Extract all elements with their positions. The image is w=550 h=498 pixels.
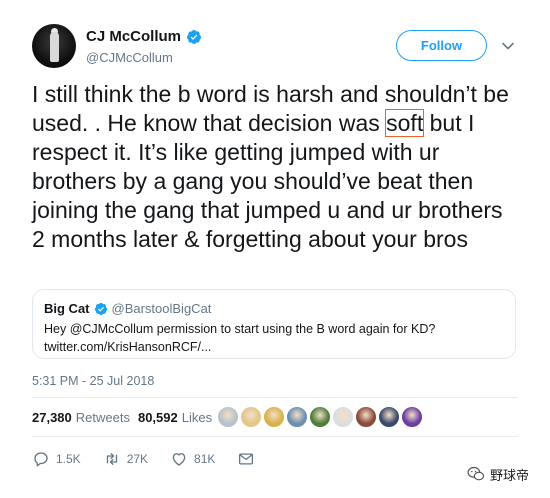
retweets-count: 27,380 (32, 410, 72, 425)
author-avatar[interactable] (32, 24, 76, 68)
author-name-row: CJ McCollum (86, 28, 202, 45)
wechat-icon (467, 466, 485, 481)
envelope-icon (239, 453, 254, 465)
liker-avatar[interactable] (263, 406, 285, 428)
tweet-timestamp[interactable]: 5:31 PM - 25 Jul 2018 (32, 374, 154, 388)
likes-label: Likes (181, 410, 213, 425)
likes-stat[interactable]: 80,592 Likes (138, 410, 212, 425)
likes-count: 80,592 (137, 410, 178, 425)
retweets-label: Retweets (75, 410, 130, 425)
liker-avatar[interactable] (401, 406, 423, 428)
retweet-count: 27K (126, 452, 149, 466)
watermark: 野球帝 (466, 464, 529, 484)
author-handle[interactable]: @CJMcCollum (86, 50, 173, 65)
liker-avatar[interactable] (240, 406, 262, 428)
liker-avatar[interactable] (355, 406, 377, 428)
tweet-stats: 27,380 Retweets 80,592 Likes (32, 410, 220, 425)
follow-button[interactable]: Follow (396, 30, 487, 61)
liker-avatar[interactable] (286, 406, 308, 428)
like-button[interactable]: 81K (170, 450, 215, 468)
quoted-text-line-1: Hey @CJMcCollum permission to start usin… (44, 322, 436, 336)
quoted-handle: @BarstoolBigCat (111, 301, 212, 316)
reply-icon (34, 452, 48, 467)
quoted-link[interactable]: twitter.com/KrisHansonRCF/... (44, 338, 504, 356)
retweet-button[interactable]: 27K (103, 450, 148, 468)
quoted-tweet[interactable]: Big Cat @BarstoolBigCat Hey @CJMcCollum … (32, 289, 516, 359)
highlighted-word: soft (385, 109, 425, 137)
quoted-display-name: Big Cat (44, 301, 90, 316)
retweet-icon (106, 453, 117, 465)
liker-avatar[interactable] (378, 406, 400, 428)
direct-message-button[interactable] (237, 450, 255, 468)
divider (32, 397, 518, 398)
liker-avatars (217, 406, 423, 428)
reply-count: 1.5K (56, 452, 81, 466)
chevron-down-icon[interactable] (500, 38, 516, 54)
reply-button[interactable]: 1.5K (32, 450, 81, 468)
quoted-tweet-header: Big Cat @BarstoolBigCat (44, 301, 211, 316)
verified-badge-icon (187, 29, 202, 44)
verified-badge-icon (94, 302, 107, 315)
retweets-stat[interactable]: 27,380 Retweets (32, 410, 130, 425)
tweet-card: CJ McCollum @CJMcCollum Follow I still t… (0, 0, 550, 498)
divider (32, 436, 518, 437)
liker-avatar[interactable] (332, 406, 354, 428)
heart-icon (172, 453, 186, 466)
watermark-text: 野球帝 (490, 467, 530, 483)
like-count: 81K (194, 452, 216, 466)
liker-avatar[interactable] (309, 406, 331, 428)
author-display-name[interactable]: CJ McCollum (86, 28, 181, 45)
tweet-text: I still think the b word is harsh and sh… (32, 80, 512, 254)
liker-avatar[interactable] (217, 406, 239, 428)
quoted-tweet-text: Hey @CJMcCollum permission to start usin… (44, 320, 504, 356)
tweet-actions: 1.5K 27K 81K (32, 450, 277, 468)
